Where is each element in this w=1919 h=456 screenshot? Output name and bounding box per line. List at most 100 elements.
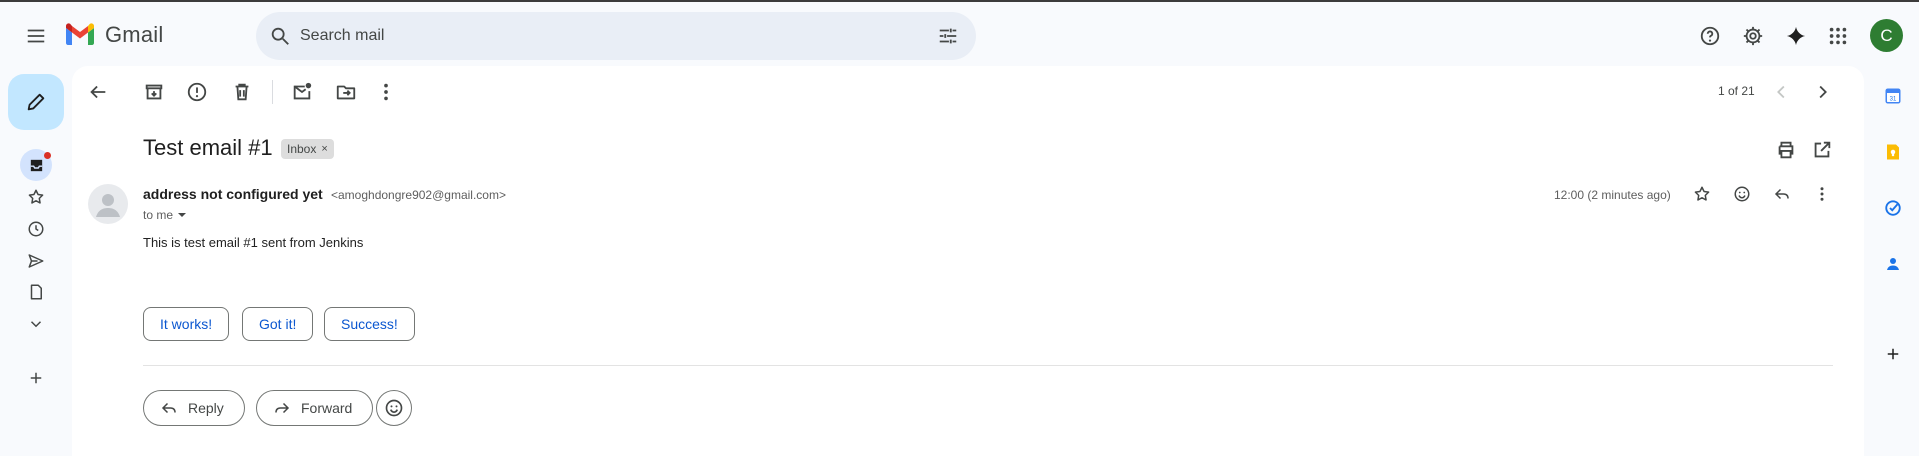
report-spam-button[interactable] (177, 72, 217, 112)
more-vert-icon (384, 83, 388, 101)
calendar-app-button[interactable]: 31 (1877, 80, 1909, 112)
open-new-window-button[interactable] (1802, 130, 1842, 170)
caret-down-icon (178, 213, 187, 217)
contacts-app-button[interactable] (1877, 248, 1909, 280)
emoji-icon (1734, 186, 1750, 202)
inbox-icon (30, 159, 42, 171)
help-icon (1700, 26, 1720, 46)
message-more-button[interactable] (1806, 178, 1838, 210)
tune-icon (939, 28, 957, 44)
recipient-details-toggle[interactable]: to me (143, 208, 187, 222)
smart-reply-3[interactable]: Success! (324, 307, 415, 341)
contacts-icon (1887, 258, 1899, 270)
keep-app-button[interactable] (1877, 136, 1909, 168)
star-icon (28, 189, 44, 204)
add-reaction-button[interactable] (1726, 178, 1758, 210)
pagination-counter: 1 of 21 (1718, 84, 1755, 98)
search-options-button[interactable] (928, 16, 968, 56)
pencil-icon (27, 93, 45, 111)
search-button[interactable] (260, 16, 300, 56)
plus-icon (30, 372, 42, 384)
sidebar-more-button[interactable] (20, 308, 52, 340)
sidebar-item-snoozed[interactable] (20, 213, 52, 245)
reply-icon (1774, 188, 1789, 200)
unread-badge (44, 152, 51, 159)
mark-unread-button[interactable] (282, 72, 322, 112)
tasks-icon (1885, 200, 1901, 216)
forward-button[interactable]: Forward (256, 390, 374, 426)
archive-icon (145, 84, 163, 100)
more-vert-icon (1820, 187, 1824, 201)
sidebar-item-starred[interactable] (20, 181, 52, 213)
tasks-app-button[interactable] (1877, 192, 1909, 224)
emoji-icon (385, 399, 403, 417)
mark-unread-icon (293, 82, 312, 100)
search-input[interactable] (300, 12, 860, 60)
svg-text:31: 31 (1890, 97, 1897, 103)
send-icon (28, 254, 44, 268)
archive-button[interactable] (134, 72, 174, 112)
recipient-text: to me (143, 208, 174, 222)
create-label-button[interactable] (20, 362, 52, 394)
support-button[interactable] (1690, 16, 1730, 56)
chevron-down-icon (30, 321, 42, 328)
google-apps-button[interactable] (1818, 16, 1858, 56)
person-icon (96, 194, 120, 217)
email-timestamp: 12:00 (2 minutes ago) (1554, 188, 1671, 202)
keep-icon (1887, 144, 1899, 160)
search-bar[interactable] (256, 12, 976, 60)
open-in-new-icon (1814, 141, 1831, 158)
report-icon (187, 82, 207, 102)
emoji-reaction-button[interactable] (376, 390, 412, 426)
sender-email: <amoghdongre902@gmail.com> (331, 188, 506, 202)
draft-icon (30, 284, 42, 300)
older-button[interactable] (1802, 72, 1842, 112)
forward-label: Forward (301, 400, 353, 416)
newer-button[interactable] (1762, 72, 1802, 112)
arrow-back-icon (90, 85, 106, 99)
gmail-logo[interactable] (64, 22, 96, 48)
plus-icon (1887, 348, 1899, 360)
sender-name: address not configured yet (143, 186, 323, 202)
main-menu-button[interactable] (16, 16, 56, 56)
gmail-logo-text: Gmail (105, 22, 164, 47)
gmail-logo-icon (66, 23, 94, 45)
remove-label-button[interactable]: × (321, 143, 327, 155)
chevron-right-icon (1819, 85, 1827, 99)
gemini-button[interactable] (1776, 16, 1816, 56)
reply-button[interactable]: Reply (143, 390, 245, 426)
star-outline-icon (1694, 186, 1710, 201)
label-chip-text: Inbox (287, 142, 317, 156)
smart-reply-2[interactable]: Got it! (242, 307, 314, 341)
sender-avatar[interactable] (88, 184, 128, 224)
move-to-folder-icon (336, 85, 356, 100)
reply-icon-button[interactable] (1766, 178, 1798, 210)
gear-icon (1743, 26, 1763, 46)
email-body: This is test email #1 sent from Jenkins (143, 235, 364, 250)
compose-button[interactable] (8, 74, 64, 130)
delete-button[interactable] (222, 72, 262, 112)
apps-grid-icon (1829, 27, 1847, 45)
get-addons-button[interactable] (1877, 338, 1909, 370)
more-actions-button[interactable] (366, 72, 406, 112)
label-chip-inbox: Inbox × (281, 139, 334, 159)
trash-icon (235, 83, 249, 101)
star-button[interactable] (1686, 178, 1718, 210)
clock-icon (28, 221, 44, 237)
back-button[interactable] (78, 72, 118, 112)
print-icon (1778, 141, 1794, 159)
settings-button[interactable] (1733, 16, 1773, 56)
forward-icon (275, 402, 290, 414)
reply-divider (143, 365, 1833, 366)
smart-reply-1[interactable]: It works! (143, 307, 230, 341)
toolbar-divider (272, 80, 273, 104)
move-to-button[interactable] (326, 72, 366, 112)
menu-icon (27, 29, 45, 43)
reply-label: Reply (188, 400, 224, 416)
calendar-icon: 31 (1885, 88, 1901, 104)
chevron-left-icon (1777, 85, 1785, 99)
account-avatar[interactable]: C (1870, 19, 1903, 52)
sidebar-item-sent[interactable] (20, 245, 52, 277)
print-all-button[interactable] (1766, 130, 1806, 170)
sidebar-item-drafts[interactable] (20, 276, 52, 308)
